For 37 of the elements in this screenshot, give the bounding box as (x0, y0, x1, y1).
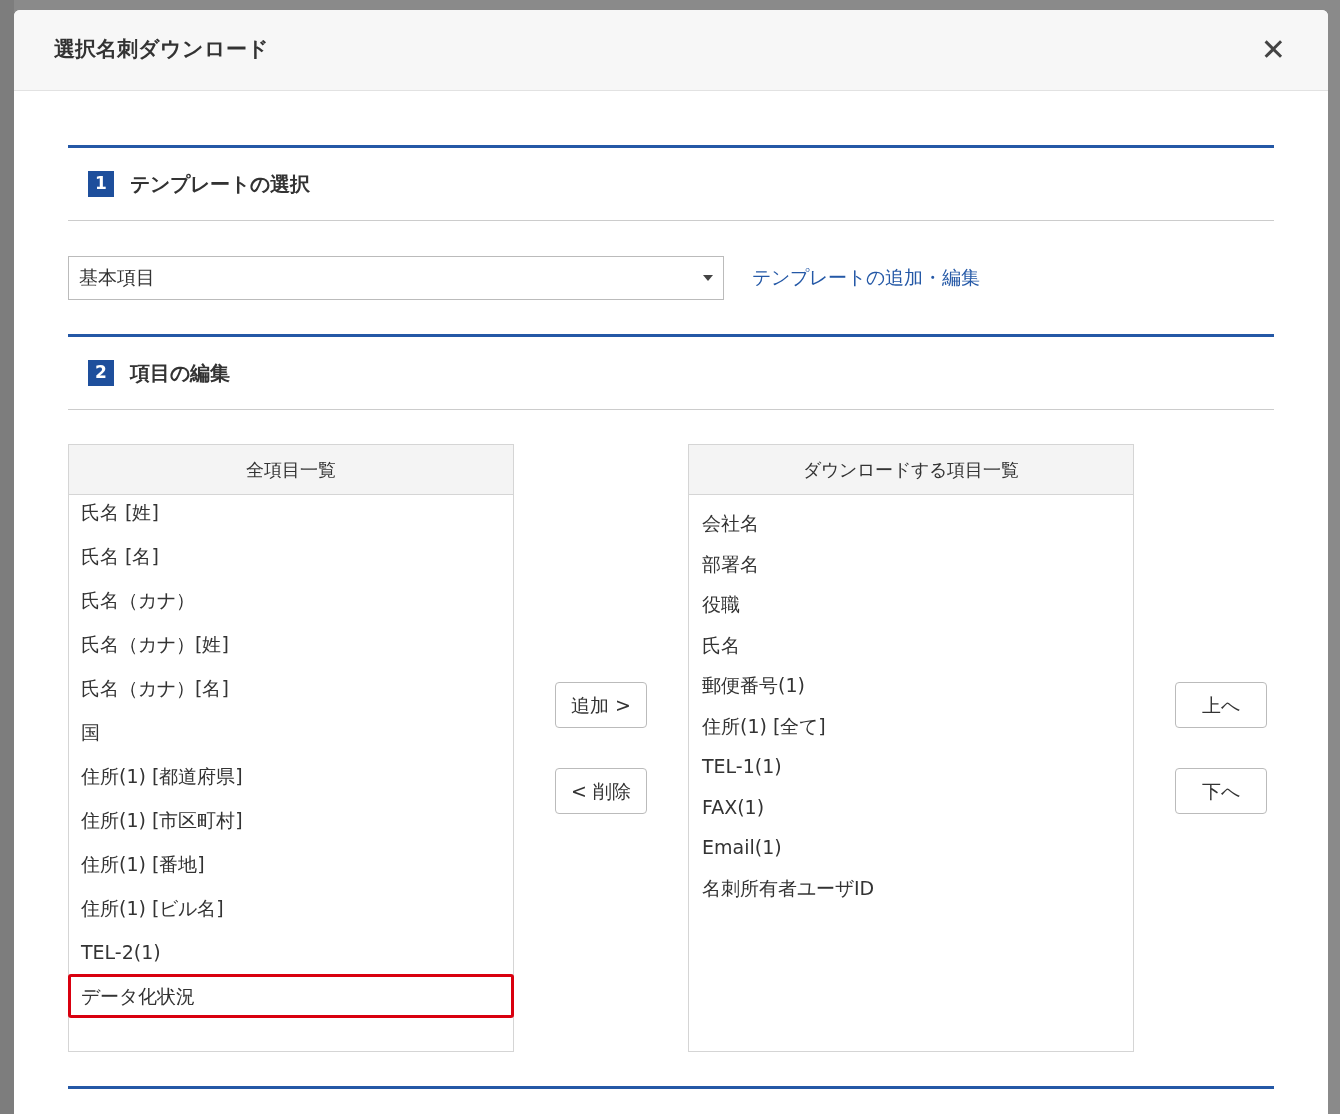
list-item[interactable]: FAX(1) (689, 786, 1133, 827)
select-value: 基本項目 (79, 265, 155, 291)
step-number: 1 (88, 171, 114, 197)
dialog-title: 選択名刺ダウンロード (54, 36, 269, 64)
list-item[interactable]: 住所(1) [番地] (68, 842, 514, 886)
template-edit-link[interactable]: テンプレートの追加・編集 (752, 263, 980, 292)
remove-button[interactable]: < 削除 (555, 768, 647, 814)
list-item[interactable]: 住所(1) [都道府県] (68, 754, 514, 798)
list-item[interactable]: TEL-1(1) (689, 746, 1133, 787)
move-up-button[interactable]: 上へ (1175, 682, 1267, 728)
list-item[interactable]: 郵便番号(1) (689, 665, 1133, 706)
list-item[interactable]: 会社名 (689, 503, 1133, 544)
close-button[interactable]: ✕ (1256, 35, 1290, 65)
move-down-button[interactable]: 下へ (1175, 768, 1267, 814)
list-item[interactable]: 国 (68, 710, 514, 754)
list-item[interactable]: 住所(1) [ビル名] (68, 886, 514, 930)
highlighted-list-item[interactable]: データ化状況 (68, 974, 514, 1018)
list-item[interactable]: 名刺所有者ユーザID (689, 867, 1133, 908)
list-item[interactable]: 氏名 [名] (68, 534, 514, 578)
list-item[interactable]: Email(1) (689, 827, 1133, 868)
list-item[interactable]: TEL-2(1) (68, 930, 514, 974)
list-item[interactable]: 氏名（カナ） (68, 578, 514, 622)
list-item[interactable]: 氏名 (689, 624, 1133, 665)
list-item[interactable]: 住所(1) [全て] (689, 705, 1133, 746)
list-item[interactable]: 氏名（カナ）[名] (68, 666, 514, 710)
caret-icon (703, 274, 713, 281)
template-select[interactable]: 基本項目 (68, 255, 724, 300)
step-number: 2 (88, 360, 114, 386)
list-item[interactable]: 住所(1) [市区町村] (68, 798, 514, 842)
list-item[interactable]: 部署名 (689, 543, 1133, 584)
list-item[interactable]: 役職 (689, 584, 1133, 625)
list-header: ダウンロードする項目一覧 (689, 445, 1133, 495)
section-title: テンプレートの選択 (130, 171, 310, 198)
list-item[interactable]: 氏名（カナ）[姓] (68, 622, 514, 666)
section-title: 項目の編集 (130, 360, 230, 387)
add-button[interactable]: 追加 > (555, 682, 647, 728)
list-header: 全項目一覧 (69, 445, 513, 495)
